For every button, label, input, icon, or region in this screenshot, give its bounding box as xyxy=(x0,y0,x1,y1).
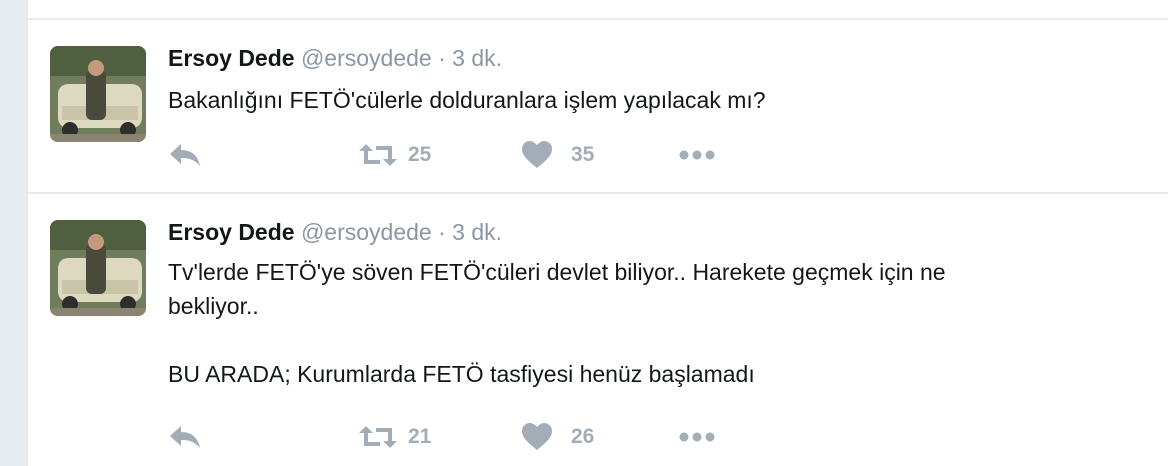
heart-icon xyxy=(522,141,552,168)
separator: · xyxy=(438,45,446,71)
tweet-actions: 25 35 xyxy=(168,140,768,170)
more-button[interactable] xyxy=(678,140,718,170)
reply-button[interactable] xyxy=(168,140,202,170)
like-count: 26 xyxy=(571,425,595,448)
retweet-icon xyxy=(359,426,397,448)
retweet-button[interactable]: 25 xyxy=(358,140,431,170)
like-button[interactable]: 35 xyxy=(521,140,594,170)
like-count: 35 xyxy=(571,143,595,166)
more-button[interactable] xyxy=(678,422,718,452)
tweet-text: Tv'lerde FETÖ'ye söven FETÖ'cüleri devle… xyxy=(168,259,946,387)
tweet[interactable]: Ersoy Dede @ersoydede · 3 dk. Tv'lerde F… xyxy=(28,194,1168,466)
tweet[interactable]: Ersoy Dede @ersoydede · 3 dk. Bakanlığın… xyxy=(28,20,1168,192)
timestamp[interactable]: 3 dk. xyxy=(452,219,502,245)
more-icon xyxy=(679,432,715,442)
tweet-actions: 21 26 xyxy=(168,422,768,452)
fullname[interactable]: Ersoy Dede xyxy=(168,219,295,245)
retweet-button[interactable]: 21 xyxy=(358,422,431,452)
timeline: Ersoy Dede @ersoydede · 3 dk. Bakanlığın… xyxy=(27,0,1168,466)
avatar[interactable] xyxy=(50,220,146,316)
separator: · xyxy=(438,219,446,245)
retweet-count: 21 xyxy=(408,425,432,448)
username[interactable]: @ersoydede xyxy=(301,45,432,71)
fullname[interactable]: Ersoy Dede xyxy=(168,45,295,71)
avatar[interactable] xyxy=(50,46,146,142)
reply-icon xyxy=(170,426,200,448)
tweet-header: Ersoy Dede @ersoydede · 3 dk. xyxy=(168,43,502,73)
more-icon xyxy=(679,150,715,160)
avatar-photo xyxy=(50,220,146,316)
like-button[interactable]: 26 xyxy=(521,422,594,452)
retweet-icon xyxy=(359,144,397,166)
reply-button[interactable] xyxy=(168,422,202,452)
reply-icon xyxy=(170,144,200,166)
timestamp[interactable]: 3 dk. xyxy=(452,45,502,71)
username[interactable]: @ersoydede xyxy=(301,219,432,245)
avatar-photo xyxy=(50,46,146,142)
retweet-count: 25 xyxy=(408,143,432,166)
tweet-header: Ersoy Dede @ersoydede · 3 dk. xyxy=(168,217,502,247)
heart-icon xyxy=(522,423,552,450)
tweet-text: Bakanlığını FETÖ'cülerle dolduranlara iş… xyxy=(168,87,766,113)
